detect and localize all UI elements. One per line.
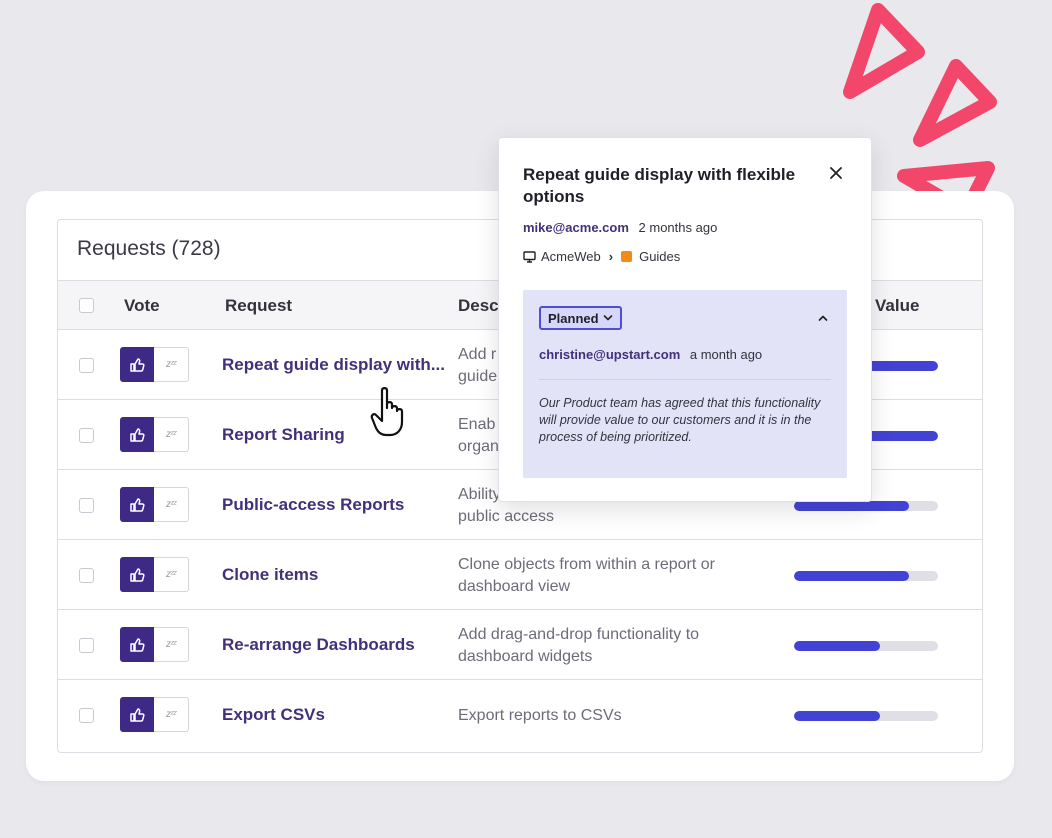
column-header-request[interactable]: Request <box>225 296 292 316</box>
table-row[interactable]: zᶻᶻ Clone items Clone objects from withi… <box>58 540 982 610</box>
request-detail-popover: Repeat guide display with flexible optio… <box>498 137 872 502</box>
row-checkbox[interactable] <box>79 498 94 513</box>
status-author-time: a month ago <box>689 347 763 362</box>
snooze-icon: zᶻᶻ <box>165 499 177 510</box>
status-panel: Planned christine@upstart.com a month ag… <box>523 290 847 478</box>
status-label: Planned <box>548 310 599 326</box>
thumbs-up-icon <box>130 427 145 442</box>
upvote-button[interactable] <box>120 557 154 592</box>
row-checkbox[interactable] <box>79 428 94 443</box>
request-link[interactable]: Repeat guide display with... <box>222 355 445 375</box>
row-checkbox[interactable] <box>79 708 94 723</box>
row-checkbox[interactable] <box>79 358 94 373</box>
status-dropdown[interactable]: Planned <box>539 306 622 330</box>
breadcrumb: AcmeWeb › Guides <box>523 249 680 264</box>
value-bar <box>794 641 938 651</box>
thumbs-up-icon <box>130 497 145 512</box>
thumbs-up-icon <box>130 637 145 652</box>
thumbs-up-icon <box>130 357 145 372</box>
popover-title: Repeat guide display with flexible optio… <box>523 165 796 206</box>
column-header-description[interactable]: Desc <box>458 296 499 316</box>
author-email[interactable]: mike@acme.com <box>523 220 629 235</box>
snooze-button[interactable]: zᶻᶻ <box>154 627 189 662</box>
author-time: 2 months ago <box>638 220 718 235</box>
upvote-button[interactable] <box>120 487 154 522</box>
upvote-button[interactable] <box>120 417 154 452</box>
upvote-button[interactable] <box>120 697 154 732</box>
request-link[interactable]: Export CSVs <box>222 705 325 725</box>
request-link[interactable]: Public-access Reports <box>222 495 404 515</box>
breadcrumb-category[interactable]: Guides <box>639 249 680 264</box>
request-description: Add drag-and-drop functionality to dashb… <box>458 626 700 665</box>
row-checkbox[interactable] <box>79 638 94 653</box>
snooze-icon: zᶻᶻ <box>165 709 177 720</box>
value-bar <box>794 711 938 721</box>
vote-control: zᶻᶻ <box>120 487 189 522</box>
vote-control: zᶻᶻ <box>120 347 189 382</box>
breadcrumb-product[interactable]: AcmeWeb <box>541 249 601 264</box>
table-row[interactable]: zᶻᶻ Export CSVs Export reports to CSVs <box>58 680 982 750</box>
value-bar-fill <box>794 501 910 511</box>
hand-pointer-icon <box>370 387 404 437</box>
chevron-up-icon[interactable] <box>817 312 829 324</box>
snooze-button[interactable]: zᶻᶻ <box>154 697 189 732</box>
column-header-value[interactable]: Value <box>875 296 919 316</box>
breadcrumb-separator: › <box>608 249 614 264</box>
thumbs-up-icon <box>130 707 145 722</box>
table-row[interactable]: zᶻᶻ Re-arrange Dashboards Add drag-and-d… <box>58 610 982 680</box>
popover-author: mike@acme.com 2 months ago <box>523 220 717 235</box>
request-description: Export reports to CSVs <box>458 707 622 724</box>
vote-control: zᶻᶻ <box>120 697 189 732</box>
vote-control: zᶻᶻ <box>120 417 189 452</box>
snooze-button[interactable]: zᶻᶻ <box>154 557 189 592</box>
snooze-button[interactable]: zᶻᶻ <box>154 417 189 452</box>
select-all-checkbox[interactable] <box>79 298 94 313</box>
value-bar-fill <box>794 711 881 721</box>
upvote-button[interactable] <box>120 347 154 382</box>
snooze-button[interactable]: zᶻᶻ <box>154 487 189 522</box>
request-link[interactable]: Report Sharing <box>222 425 345 445</box>
table-title: Requests (728) <box>77 237 221 260</box>
status-author: christine@upstart.com a month ago <box>539 347 762 362</box>
snooze-icon: zᶻᶻ <box>165 639 177 650</box>
vote-control: zᶻᶻ <box>120 627 189 662</box>
request-description: Clone objects from within a report or da… <box>458 556 715 595</box>
category-color-swatch <box>621 251 633 262</box>
close-icon[interactable] <box>827 164 845 182</box>
stage: Requests (728) Vote Request Desc Value z… <box>0 0 1052 838</box>
status-divider <box>539 379 831 380</box>
row-checkbox[interactable] <box>79 568 94 583</box>
monitor-icon <box>523 250 536 263</box>
vote-control: zᶻᶻ <box>120 557 189 592</box>
value-bar-fill <box>794 641 881 651</box>
request-link[interactable]: Clone items <box>222 565 318 585</box>
chevron-down-icon <box>603 315 612 321</box>
value-bar <box>794 571 938 581</box>
column-header-vote[interactable]: Vote <box>124 296 160 316</box>
value-bar-fill <box>794 571 910 581</box>
snooze-button[interactable]: zᶻᶻ <box>154 347 189 382</box>
value-bar <box>794 501 938 511</box>
request-link[interactable]: Re-arrange Dashboards <box>222 635 415 655</box>
status-note: Our Product team has agreed that this fu… <box>539 396 821 444</box>
status-author-email[interactable]: christine@upstart.com <box>539 347 680 362</box>
snooze-icon: zᶻᶻ <box>165 429 177 440</box>
snooze-icon: zᶻᶻ <box>165 359 177 370</box>
upvote-button[interactable] <box>120 627 154 662</box>
snooze-icon: zᶻᶻ <box>165 569 177 580</box>
thumbs-up-icon <box>130 567 145 582</box>
